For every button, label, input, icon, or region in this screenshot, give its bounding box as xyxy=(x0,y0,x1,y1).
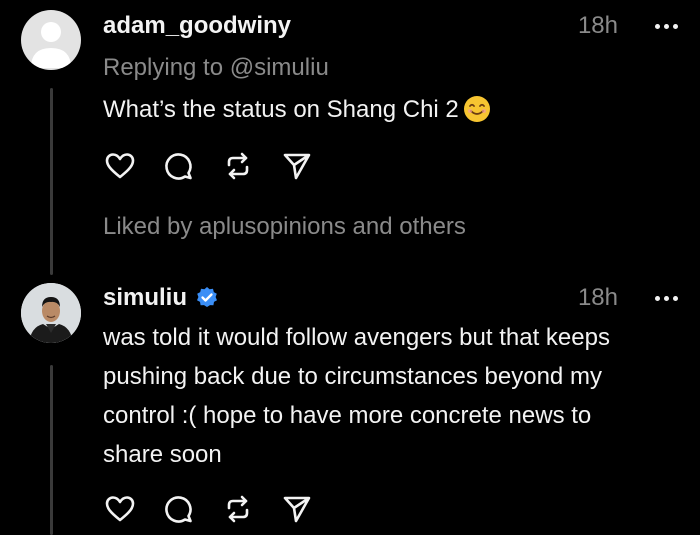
post-time: 18h xyxy=(577,12,618,39)
more-icon[interactable] xyxy=(655,24,678,29)
post-text-line: pushing back due to circumstances beyond… xyxy=(103,363,602,390)
repost-icon[interactable] xyxy=(222,493,254,525)
avatar-simuliu[interactable] xyxy=(21,283,81,343)
smiling-face-icon xyxy=(463,96,490,122)
replying-to[interactable]: Replying to @simuliu xyxy=(103,54,329,82)
send-icon[interactable] xyxy=(281,150,313,182)
default-avatar-icon xyxy=(31,22,71,68)
comment-icon[interactable] xyxy=(163,493,195,525)
liked-by[interactable]: Liked by aplusopinions and others xyxy=(103,213,466,241)
thread-line xyxy=(50,88,53,275)
post-actions xyxy=(104,493,340,525)
profile-photo xyxy=(21,283,81,343)
verified-badge-icon xyxy=(197,287,218,307)
post-text-line: share soon xyxy=(103,441,222,468)
thread-line-2 xyxy=(50,365,53,535)
post-actions xyxy=(104,150,340,182)
avatar-default[interactable] xyxy=(21,10,81,70)
username-text[interactable]: simuliu xyxy=(103,284,187,312)
more-icon[interactable] xyxy=(655,296,678,301)
username[interactable]: adam_goodwiny xyxy=(103,12,291,40)
send-icon[interactable] xyxy=(281,493,313,525)
post-text: was told it would follow avengers but th… xyxy=(103,318,610,474)
username[interactable]: simuliu xyxy=(103,284,219,312)
repost-icon[interactable] xyxy=(222,150,254,182)
username-text[interactable]: adam_goodwiny xyxy=(103,12,291,40)
post-text-line: control :( hope to have more concrete ne… xyxy=(103,402,592,429)
comment-icon[interactable] xyxy=(163,150,195,182)
post-text-content: What’s the status on Shang Chi 2 xyxy=(103,96,459,123)
heart-icon[interactable] xyxy=(104,150,136,182)
post-text-line: was told it would follow avengers but th… xyxy=(103,324,610,351)
post-text: What’s the status on Shang Chi 2 xyxy=(103,90,491,129)
heart-icon[interactable] xyxy=(104,493,136,525)
post-time: 18h xyxy=(577,284,618,311)
